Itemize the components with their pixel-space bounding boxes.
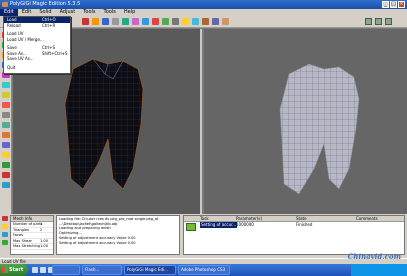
- close-button[interactable]: ×: [398, 1, 405, 8]
- menu-item-load-uv-merge[interactable]: Load UV / Merge...: [4, 37, 70, 43]
- move-icon[interactable]: [142, 18, 149, 25]
- warning-icon[interactable]: [2, 224, 8, 229]
- title-bar: PolyGiGi Magic Edition 5.3.5 _ □ ×: [0, 0, 407, 9]
- app-icon: [2, 2, 8, 7]
- menu-tools-2[interactable]: Tools: [100, 9, 120, 16]
- tool-stop-icon[interactable]: [2, 172, 10, 178]
- scale-icon[interactable]: [162, 18, 169, 25]
- tool-info-icon[interactable]: [2, 182, 10, 188]
- error-icon[interactable]: [2, 216, 8, 221]
- redo-icon[interactable]: [122, 18, 129, 25]
- new-icon[interactable]: [82, 18, 89, 25]
- grid-view-icon[interactable]: [385, 18, 392, 25]
- window-controls: _ □ ×: [382, 1, 405, 8]
- view-toggle-group: [365, 18, 392, 25]
- tool-cut-icon[interactable]: [2, 102, 10, 108]
- uv-icon[interactable]: [202, 18, 209, 25]
- tool-stretch-icon[interactable]: [2, 142, 10, 148]
- taskbar-item-active[interactable]: PolyGiGi Magic Edi...: [124, 265, 176, 275]
- single-view-icon[interactable]: [365, 18, 372, 25]
- taskbar-item[interactable]: [52, 265, 80, 275]
- maximize-button[interactable]: □: [390, 1, 397, 8]
- task-name: Setting of accur...: [200, 222, 238, 228]
- window-title: PolyGiGi Magic Edition 5.3.5: [10, 1, 81, 7]
- task-table: Task Parameter(s) State Comments Setting…: [183, 215, 405, 255]
- quick-launch: [32, 267, 54, 273]
- tool-pack-icon[interactable]: [2, 132, 10, 138]
- menu-item-reload[interactable]: Reload Ctrl+R: [4, 23, 70, 29]
- light-icon[interactable]: [182, 18, 189, 25]
- taskbar: Start Flash... PolyGiGi Magic Edi... Ado…: [0, 264, 407, 276]
- tool-weld-icon[interactable]: [2, 112, 10, 118]
- log-panel[interactable]: Loading file: D:\user rces ds pkg_pro_ma…: [56, 215, 180, 255]
- menu-adjust[interactable]: Adjust: [56, 9, 80, 16]
- menu-tools[interactable]: Tools: [79, 9, 99, 16]
- toolbar-icons: [82, 18, 229, 25]
- task-state: Finished: [296, 222, 313, 227]
- ok-icon[interactable]: [2, 240, 8, 245]
- start-button[interactable]: Start: [0, 264, 28, 276]
- save-icon[interactable]: [102, 18, 109, 25]
- mesh-info-row: Max Stretching 1.00: [11, 244, 53, 250]
- shade-icon[interactable]: [222, 18, 229, 25]
- info-icon[interactable]: [2, 232, 8, 237]
- cut-icon[interactable]: [132, 18, 139, 25]
- undo-icon[interactable]: [112, 18, 119, 25]
- wire-icon[interactable]: [212, 18, 219, 25]
- menu-help[interactable]: Help: [120, 9, 139, 16]
- menu-item-quit[interactable]: Quit: [4, 65, 70, 71]
- windows-logo-icon: [2, 267, 8, 273]
- menu-bar: Edit Edit Solid Adjust Tools Tools Help: [0, 9, 407, 16]
- viewport-uv[interactable]: [204, 29, 407, 214]
- system-tray: [351, 264, 407, 276]
- tool-check-icon[interactable]: [2, 162, 10, 168]
- menu-file[interactable]: Edit: [0, 9, 18, 16]
- tool-relax-icon[interactable]: [2, 82, 10, 88]
- jacket-mesh-uv: [279, 63, 360, 195]
- bottom-side-icons: [2, 216, 9, 248]
- rotate-icon[interactable]: [152, 18, 159, 25]
- split-view-icon[interactable]: [375, 18, 382, 25]
- watermark-logo: Chinavid.com: [347, 252, 401, 261]
- open-icon[interactable]: [92, 18, 99, 25]
- table-row[interactable]: Setting of accur... 1000000 Finished: [184, 222, 404, 228]
- mesh-info-panel: Mesh Info Number of parts 1 Triangles 2 Fa…: [10, 215, 54, 255]
- tool-unfold-icon[interactable]: [2, 122, 10, 128]
- texture-icon[interactable]: [192, 18, 199, 25]
- taskbar-item[interactable]: Flash...: [82, 265, 122, 275]
- file-menu-dropdown: Load Ctrl+O Reload Ctrl+R Load UV Load UV …: [3, 16, 71, 74]
- select-icon[interactable]: [172, 18, 179, 25]
- minimize-button[interactable]: _: [382, 1, 389, 8]
- bottom-panel: Mesh Info Number of parts 1 Triangles 2 Fa…: [0, 214, 407, 258]
- menu-edit[interactable]: Edit: [18, 9, 36, 16]
- tool-lamp-icon[interactable]: [2, 152, 10, 158]
- taskbar-item[interactable]: Adobe Photoshop CS3: [178, 265, 230, 275]
- menu-solid[interactable]: Solid: [35, 9, 55, 16]
- log-line: Setting of adjustment accuracy Value 0.0…: [59, 240, 136, 245]
- tool-light-icon[interactable]: [2, 92, 10, 98]
- browser-icon[interactable]: [40, 267, 46, 273]
- desktop-icon[interactable]: [32, 267, 38, 273]
- menu-item-save-uv-as[interactable]: Save UV As...: [4, 56, 70, 62]
- task-param: 1000000: [236, 222, 254, 227]
